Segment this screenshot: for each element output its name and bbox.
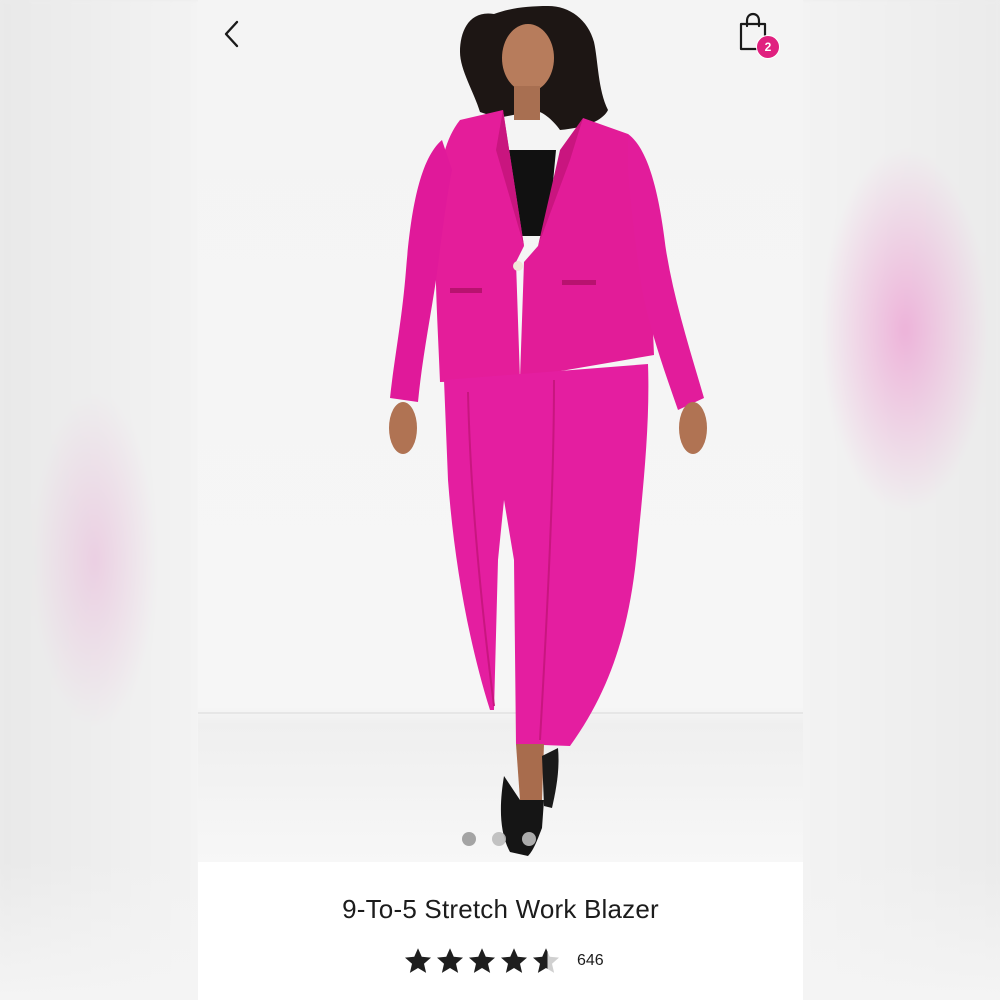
star-rating — [403, 946, 561, 976]
screenshot-canvas: 2 9-To-5 Stretch Work Blazer 646 — [0, 0, 1000, 1000]
model-illustration — [389, 6, 707, 856]
product-screen: 2 9-To-5 Stretch Work Blazer 646 — [198, 0, 803, 1000]
back-button[interactable] — [212, 14, 252, 54]
cart-count-badge: 2 — [756, 35, 780, 59]
star-icon — [501, 948, 527, 973]
product-title: 9-To-5 Stretch Work Blazer — [342, 894, 659, 924]
pager-dot-2[interactable] — [492, 832, 506, 846]
shopping-bag-button[interactable]: 2 — [734, 10, 780, 59]
product-info-panel: 9-To-5 Stretch Work Blazer 646 — [198, 862, 803, 1000]
star-icon — [405, 948, 431, 973]
chevron-left-icon — [224, 20, 239, 48]
pager-dot-1[interactable] — [462, 832, 476, 846]
top-navigation-bar: 2 — [198, 0, 803, 70]
star-icon — [469, 948, 495, 973]
rating-summary[interactable]: 646 — [403, 946, 604, 976]
review-count: 646 — [577, 952, 604, 969]
pager-dot-3[interactable] — [522, 832, 536, 846]
product-photo[interactable] — [198, 0, 803, 862]
star-icon — [437, 948, 463, 973]
image-pager — [462, 832, 536, 846]
star-half-icon — [533, 948, 559, 973]
